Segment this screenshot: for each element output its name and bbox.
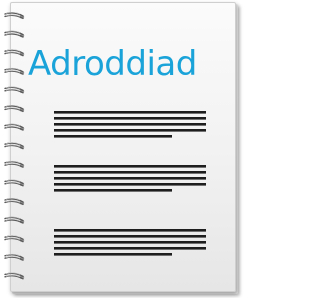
- binding-ring-icon: [4, 216, 25, 224]
- binding-ring-icon: [4, 123, 25, 131]
- binding-ring-icon: [4, 198, 25, 206]
- binding-ring-icon: [4, 272, 25, 280]
- binding-ring-icon: [4, 142, 25, 150]
- spiral-binding-icon: [4, 12, 25, 280]
- binding-ring-icon: [4, 67, 25, 75]
- binding-ring-icon: [4, 179, 25, 187]
- binding-ring-icon: [4, 105, 25, 113]
- binding-ring-icon: [4, 86, 25, 94]
- binding-ring-icon: [4, 49, 25, 57]
- binding-ring-icon: [4, 160, 25, 168]
- binding-ring-icon: [4, 30, 25, 38]
- binding-ring-icon: [4, 235, 25, 243]
- report-notebook-icon: Adroddiad: [0, 0, 242, 298]
- binding-ring-icon: [4, 12, 25, 20]
- binding-ring-icon: [4, 253, 25, 261]
